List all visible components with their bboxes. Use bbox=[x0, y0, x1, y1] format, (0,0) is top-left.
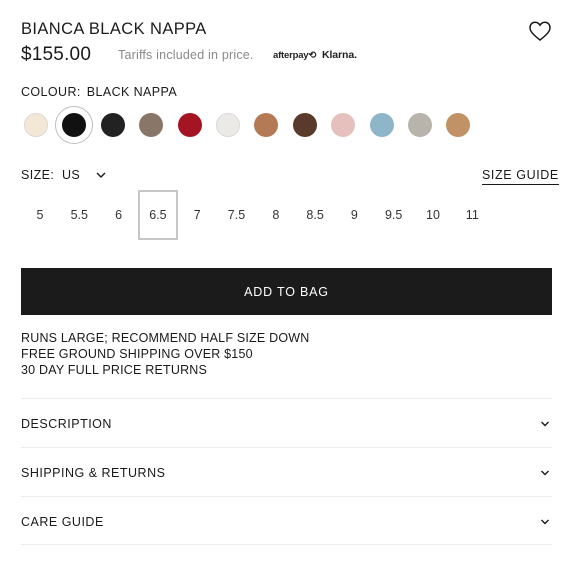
size-guide-link[interactable]: SIZE GUIDE bbox=[482, 168, 559, 185]
chevron-down-icon bbox=[541, 470, 549, 476]
klarna-logo[interactable]: Klarna. bbox=[322, 49, 357, 61]
colour-swatches bbox=[24, 106, 484, 144]
tariff-note: Tariffs included in price. bbox=[118, 48, 254, 62]
note-shipping: FREE GROUND SHIPPING OVER $150 bbox=[21, 346, 253, 361]
colour-swatch[interactable] bbox=[331, 113, 356, 137]
colour-swatch[interactable] bbox=[408, 113, 432, 137]
size-option[interactable]: 6.5 bbox=[137, 190, 178, 240]
colour-swatch[interactable] bbox=[24, 113, 48, 137]
colour-swatch[interactable] bbox=[139, 113, 164, 137]
add-to-bag-button[interactable]: ADD TO BAG bbox=[21, 268, 552, 315]
chevron-down-icon bbox=[541, 421, 549, 427]
size-option[interactable]: 6 bbox=[99, 190, 139, 240]
colour-swatch[interactable] bbox=[254, 113, 279, 137]
colour-label: COLOUR: bbox=[21, 85, 81, 99]
colour-value: BLACK NAPPA bbox=[86, 85, 178, 99]
size-option[interactable]: 8 bbox=[256, 190, 296, 240]
product-price: $155.00 bbox=[21, 44, 92, 65]
accordion-label: SHIPPING & RETURNS bbox=[21, 466, 166, 480]
size-option[interactable]: 5.5 bbox=[59, 190, 99, 240]
colour-swatch[interactable] bbox=[446, 113, 471, 137]
colour-swatch[interactable] bbox=[292, 113, 317, 137]
size-option[interactable]: 7 bbox=[177, 190, 217, 240]
product-notes: RUNS LARGE; RECOMMEND HALF SIZE DOWN FRE… bbox=[21, 331, 309, 378]
colour-swatch[interactable] bbox=[177, 113, 202, 137]
selected-swatch-ring bbox=[55, 106, 94, 144]
size-option[interactable]: 9.5 bbox=[374, 190, 414, 240]
size-label: SIZE: bbox=[21, 168, 55, 182]
size-option[interactable]: 11 bbox=[452, 190, 492, 240]
colour-swatch[interactable] bbox=[55, 106, 94, 144]
size-option[interactable]: 5 bbox=[20, 190, 60, 240]
colour-swatch[interactable] bbox=[216, 113, 240, 137]
chevron-down-icon bbox=[541, 519, 549, 525]
size-option[interactable]: 7.5 bbox=[217, 190, 257, 240]
size-options: 5 5.5 6 6.5 7 7.5 8 8.5 9 9.5 10 11 bbox=[0, 190, 580, 240]
accordion-label: CARE GUIDE bbox=[21, 515, 104, 529]
note-returns: 30 DAY FULL PRICE RETURNS bbox=[21, 362, 208, 377]
size-option[interactable]: 10 bbox=[413, 190, 453, 240]
afterpay-logo[interactable]: afterpay⟲ bbox=[273, 50, 316, 61]
chevron-down-icon[interactable] bbox=[95, 170, 107, 180]
size-option[interactable]: 8.5 bbox=[295, 190, 335, 240]
note-fit: RUNS LARGE; RECOMMEND HALF SIZE DOWN bbox=[21, 331, 310, 345]
divider bbox=[21, 544, 552, 545]
product-title: BIANCA BLACK NAPPA bbox=[21, 20, 207, 38]
colour-swatch[interactable] bbox=[100, 113, 125, 137]
size-system-select[interactable]: US bbox=[62, 168, 80, 182]
size-option[interactable]: 9 bbox=[334, 190, 374, 240]
colour-swatch[interactable] bbox=[369, 113, 394, 137]
accordion-shipping-returns[interactable]: SHIPPING & RETURNS bbox=[21, 447, 552, 496]
accordion-description[interactable]: DESCRIPTION bbox=[21, 398, 552, 447]
accordion-label: DESCRIPTION bbox=[21, 417, 112, 431]
heart-icon[interactable] bbox=[528, 20, 552, 42]
colour-selection: COLOUR: BLACK NAPPA bbox=[21, 85, 177, 99]
accordion-care-guide[interactable]: CARE GUIDE bbox=[21, 496, 552, 545]
